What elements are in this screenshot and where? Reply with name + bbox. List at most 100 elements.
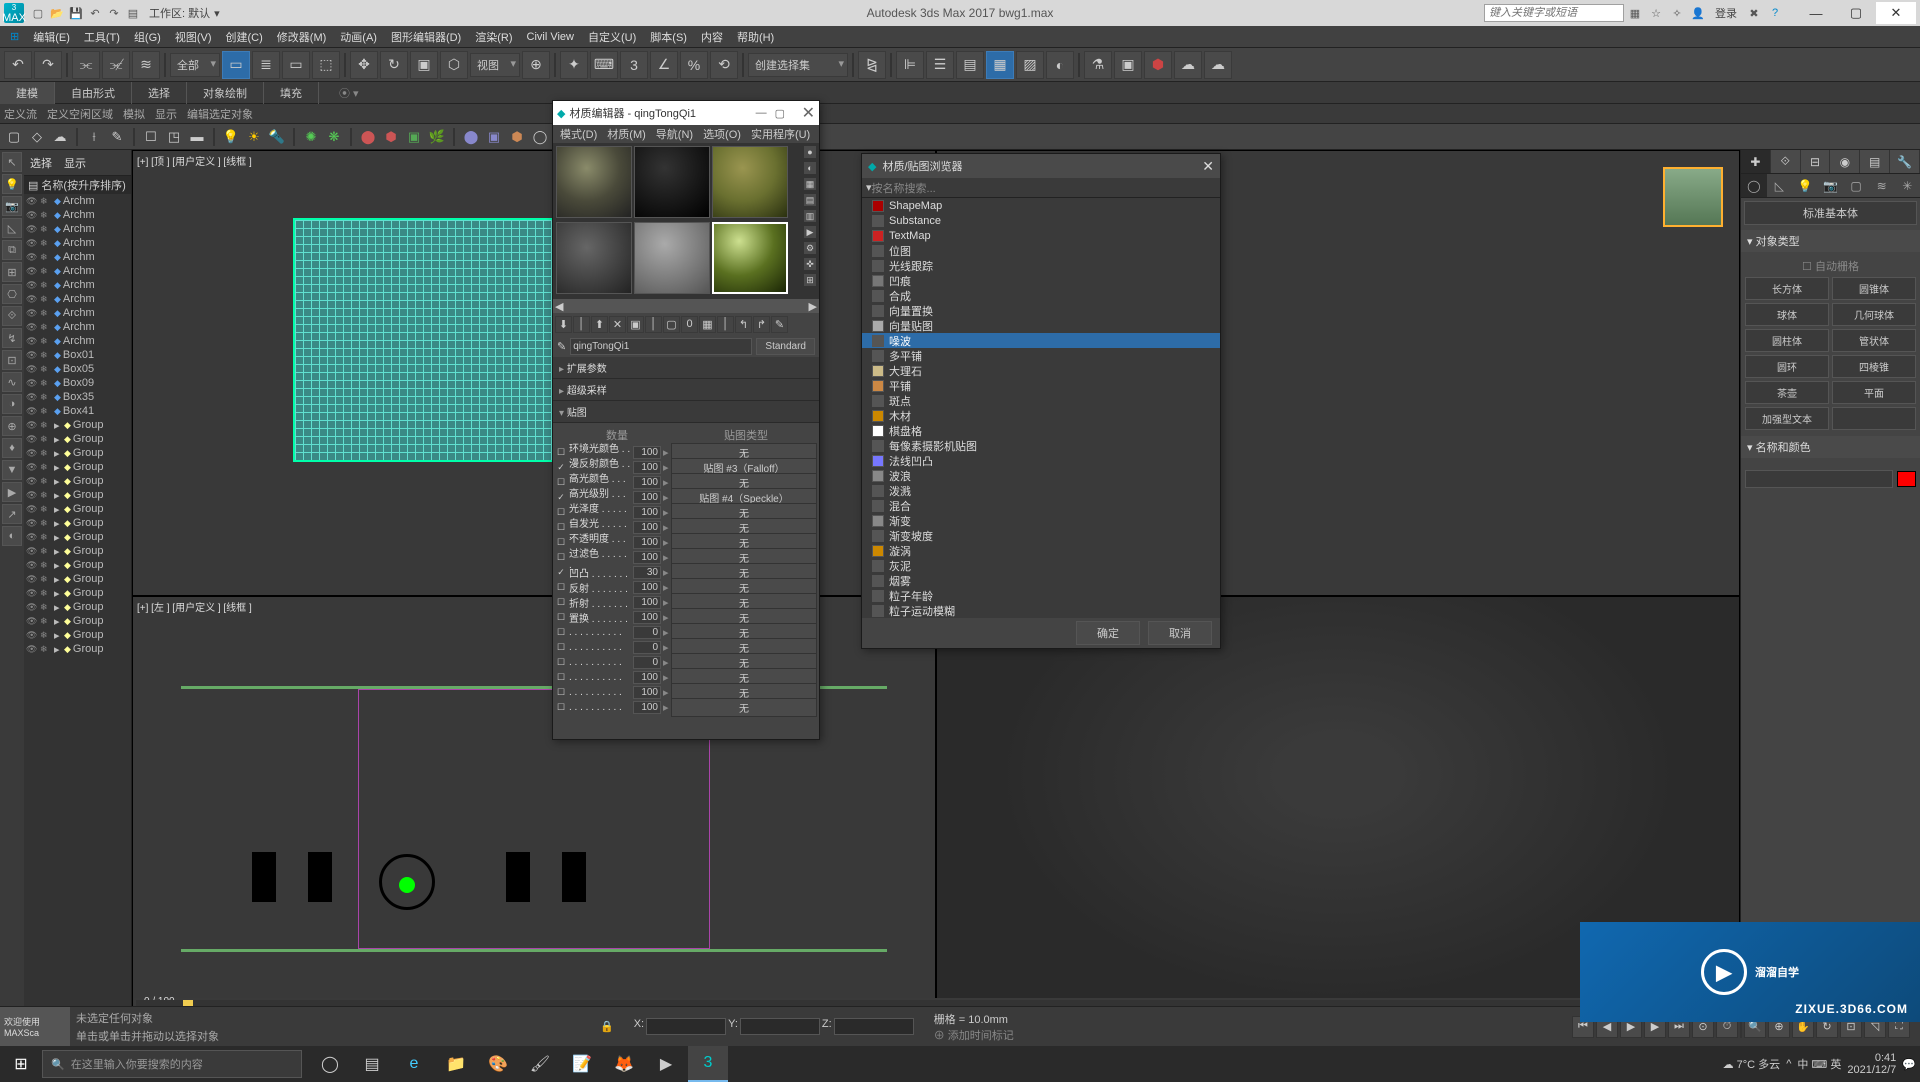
snap-toggle-button[interactable]: 3 <box>620 51 648 79</box>
redo-icon[interactable]: ↷ <box>106 5 122 21</box>
workspace-selector[interactable]: 工作区: 默认 ▾ <box>149 5 220 21</box>
utilities-tab[interactable]: 🔧 <box>1890 150 1920 173</box>
scene-item[interactable]: 👁❄▸◆Group <box>24 600 131 614</box>
menu-civil-view[interactable]: Civil View <box>521 29 580 45</box>
mat-menu-mode[interactable]: 模式(D) <box>557 125 600 143</box>
scene-item[interactable]: 👁❄◆Box09 <box>24 376 131 390</box>
mirror-button[interactable]: ⧎ <box>858 51 886 79</box>
browser-item[interactable]: 波浪 <box>862 468 1220 483</box>
app-1[interactable]: ▶ <box>646 1046 686 1082</box>
browser-item[interactable]: 粒子运动模糊 <box>862 603 1220 618</box>
scene-item[interactable]: 👁❄◆Box01 <box>24 348 131 362</box>
map-checkbox[interactable]: ☐ <box>555 552 567 563</box>
menu-views[interactable]: 视图(V) <box>169 27 218 47</box>
line-icon[interactable]: ▬ <box>187 127 207 147</box>
sun-icon[interactable]: ☀ <box>244 127 264 147</box>
browser-titlebar[interactable]: ◆ 材质/贴图浏览器 ✕ <box>862 154 1220 178</box>
taskbar-search[interactable]: 🔍 在这里输入你要搜索的内容 <box>42 1050 302 1078</box>
map-checkbox[interactable]: ☐ <box>555 597 567 608</box>
object-name-input[interactable] <box>1745 470 1893 488</box>
map-amount-input[interactable]: 0 <box>633 641 661 654</box>
browser-list[interactable]: ShapeMapSubstanceTextMap位图光线跟踪凹痕合成向量置换向量… <box>862 198 1220 618</box>
autogrid-checkbox[interactable]: ☐ 自动栅格 <box>1745 258 1916 274</box>
ribbon-tab-selection[interactable]: 选择 <box>132 82 187 104</box>
select-by-mat-icon[interactable]: ✜ <box>803 257 817 271</box>
d-rail-icon[interactable]: ∿ <box>2 372 22 392</box>
menu-graph-editors[interactable]: 图形编辑器(D) <box>385 27 467 47</box>
rollout-supersampling[interactable]: 超级采样 <box>553 379 819 401</box>
select-rectangle-button[interactable]: ▭ <box>282 51 310 79</box>
scene-item[interactable]: 👁❄▸◆Group <box>24 586 131 600</box>
sample-type-icon[interactable]: ● <box>803 145 817 159</box>
edge-app[interactable]: e <box>394 1046 434 1082</box>
map-checkbox[interactable]: ☐ <box>555 507 567 518</box>
menu-tools[interactable]: 工具(T) <box>78 27 126 47</box>
particle2-icon[interactable]: ❋ <box>324 127 344 147</box>
material-editor-button[interactable]: ◐ <box>1046 51 1074 79</box>
map-checkbox[interactable]: ☐ <box>555 522 567 533</box>
browser-item[interactable]: ShapeMap <box>862 198 1220 213</box>
make-copy-icon[interactable]: ▣ <box>627 316 644 333</box>
maximize-button[interactable]: ▢ <box>1836 2 1876 24</box>
modify-tab[interactable]: ⟐ <box>1771 150 1801 173</box>
map-amount-input[interactable]: 100 <box>633 581 661 594</box>
create-selection-icon[interactable]: ☐ <box>141 127 161 147</box>
mat-max-button[interactable]: ▢ <box>775 107 785 120</box>
container-open-icon[interactable]: ◇ <box>27 127 47 147</box>
help-search-input[interactable] <box>1484 4 1624 22</box>
sign-in-link[interactable]: 登录 <box>1715 5 1737 21</box>
scene-item[interactable]: 👁❄▸◆Group <box>24 642 131 656</box>
mat-close-button[interactable]: ✕ <box>802 103 815 123</box>
map-amount-input[interactable]: 100 <box>633 506 661 519</box>
render-button[interactable]: ☁ <box>1204 51 1232 79</box>
display-tab[interactable]: ▤ <box>1860 150 1890 173</box>
browser-item[interactable]: 大理石 <box>862 363 1220 378</box>
material-type-button[interactable]: Standard <box>756 338 815 355</box>
map-amount-input[interactable]: 100 <box>633 551 661 564</box>
tray-chevron-icon[interactable]: ^ <box>1786 1058 1791 1070</box>
ribbon-panel-flow[interactable]: 定义流 <box>4 106 37 122</box>
browser-item[interactable]: 平铺 <box>862 378 1220 393</box>
container-icon[interactable]: ▢ <box>4 127 24 147</box>
go-forward-icon[interactable]: ↱ <box>753 316 770 333</box>
create-button[interactable]: 圆锥体 <box>1832 277 1916 300</box>
browser-item[interactable]: 合成 <box>862 288 1220 303</box>
put-to-scene-icon[interactable]: │ <box>573 316 590 333</box>
map-checkbox[interactable]: ✓ <box>555 492 567 503</box>
backlight-icon[interactable]: ◐ <box>803 161 817 175</box>
ribbon-panel-simulate[interactable]: 模拟 <box>123 106 145 122</box>
video-check-icon[interactable]: ▥ <box>803 209 817 223</box>
browser-close-button[interactable]: ✕ <box>1202 158 1214 175</box>
scene-item[interactable]: 👁❄▸◆Group <box>24 488 131 502</box>
scene-item[interactable]: 👁❄◆Archm <box>24 208 131 222</box>
y-coord-input[interactable] <box>740 1018 820 1035</box>
create-button[interactable]: 管状体 <box>1832 329 1916 352</box>
render-iterative-button[interactable]: ☁ <box>1174 51 1202 79</box>
map-checkbox[interactable]: ☐ <box>555 627 567 638</box>
browser-item[interactable]: 斑点 <box>862 393 1220 408</box>
scene-item[interactable]: 👁❄▸◆Group <box>24 572 131 586</box>
scene-item[interactable]: 👁❄▸◆Group <box>24 614 131 628</box>
scene-item[interactable]: 👁❄◆Archm <box>24 292 131 306</box>
undo-icon[interactable]: ↶ <box>87 5 103 21</box>
h-rail-icon[interactable]: ▼ <box>2 460 22 480</box>
browser-item[interactable]: 漩涡 <box>862 543 1220 558</box>
c-rail-icon[interactable]: ⊡ <box>2 350 22 370</box>
create-button[interactable]: 长方体 <box>1745 277 1829 300</box>
map-checkbox[interactable]: ☐ <box>555 672 567 683</box>
browser-search-input[interactable]: 按名称搜索... <box>862 178 1220 198</box>
picpick-app[interactable]: 🖌 <box>520 1046 560 1082</box>
spinner-snap-button[interactable]: ⟲ <box>710 51 738 79</box>
ribbon-toggle-icon[interactable]: ⦿ ▾ <box>339 85 359 101</box>
cameras-cat[interactable]: 📷 <box>1818 174 1844 197</box>
cloud-icon[interactable]: ☁ <box>50 127 70 147</box>
browser-item[interactable]: 向量贴图 <box>862 318 1220 333</box>
mat-menu-navigate[interactable]: 导航(N) <box>653 125 696 143</box>
menu-help[interactable]: 帮助(H) <box>731 27 780 47</box>
map-checkbox[interactable]: ☐ <box>555 612 567 623</box>
object-color-swatch[interactable] <box>1897 471 1916 487</box>
subscription-icon[interactable]: ✧ <box>1669 5 1685 21</box>
scene-item[interactable]: 👁❄▸◆Group <box>24 502 131 516</box>
scene-tab-display[interactable]: 显示 <box>64 155 86 171</box>
render-setup-button[interactable]: ⚗ <box>1084 51 1112 79</box>
